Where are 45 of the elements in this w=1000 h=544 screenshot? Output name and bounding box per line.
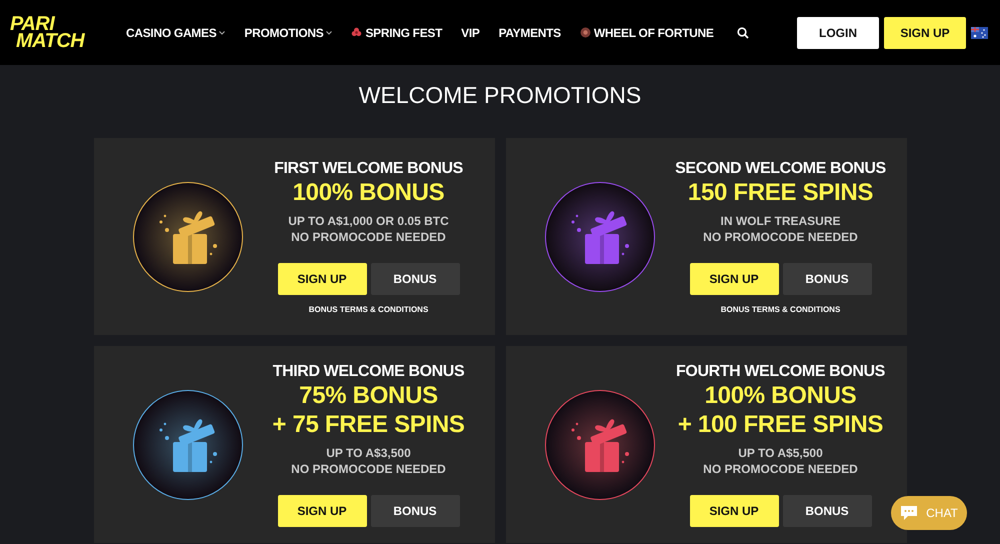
bonus-offer: + 75 FREE SPINS [272,410,465,438]
bonus-detail: UP TO A$3,500 [326,444,411,460]
signup-button[interactable]: SIGN UP [278,262,366,294]
logo[interactable]: PARI MATCH [8,16,112,50]
nav-link[interactable]: WHEEL OF FORTUNE [580,26,714,40]
bonus-detail: NO PROMOCODE NEEDED [291,460,446,476]
flower-icon [351,27,362,38]
bonus-detail: NO PROMOCODE NEEDED [703,460,858,476]
chat-bubble-icon [900,505,918,521]
nav-link[interactable]: PROMOTIONS [244,26,332,40]
login-button[interactable]: LOGIN [797,16,879,48]
bonus-button[interactable]: BONUS [782,262,872,294]
bonus-offer: 100% BONUS [704,380,856,410]
caret-icon [219,30,226,34]
caret-icon [326,30,332,34]
bonus-detail: UP TO A$1,000 OR 0.05 BTC [288,212,449,228]
bonus-offer: 150 FREE SPINS [688,178,874,206]
bonus-detail: NO PROMOCODE NEEDED [291,228,446,244]
flag-icon[interactable] [971,26,988,38]
bonus-offer: 100% BONUS [292,178,444,206]
bonus-title: FOURTH WELCOME BONUS [676,362,885,380]
signup-button[interactable]: SIGN UP [690,494,778,526]
search-icon[interactable] [736,26,749,38]
nav-link[interactable]: CASINO GAMES [126,26,226,40]
signup-button[interactable]: SIGN UP [690,262,778,294]
signup-button[interactable]: SIGN UP [884,16,966,48]
bonus-offer: + 100 FREE SPINS [678,410,884,438]
bonus-title: THIRD WELCOME BONUS [272,362,464,380]
bonus-button[interactable]: BONUS [370,262,460,294]
bonus-button[interactable]: BONUS [782,494,872,526]
bonus-button[interactable]: BONUS [370,494,460,526]
nav-link[interactable]: PAYMENTS [498,26,561,40]
nav-link[interactable]: SPRING FEST [351,26,442,40]
terms-link[interactable]: BONUS TERMS & CONDITIONS [308,304,428,314]
bonus-detail: IN WOLF TREASURE [720,212,840,228]
page-title: WELCOME PROMOTIONS [358,81,642,110]
terms-link[interactable]: BONUS TERMS & CONDITIONS [720,304,840,314]
bonus-title: FIRST WELCOME BONUS [274,160,463,178]
bonus-detail: UP TO A$5,500 [738,444,823,460]
bonus-title: SECOND WELCOME BONUS [675,160,886,178]
bonus-offer: 75% BONUS [299,380,438,410]
wheel-icon [580,27,591,38]
bonus-detail: NO PROMOCODE NEEDED [703,228,858,244]
signup-button[interactable]: SIGN UP [278,494,366,526]
nav-link[interactable]: VIP [461,26,480,40]
